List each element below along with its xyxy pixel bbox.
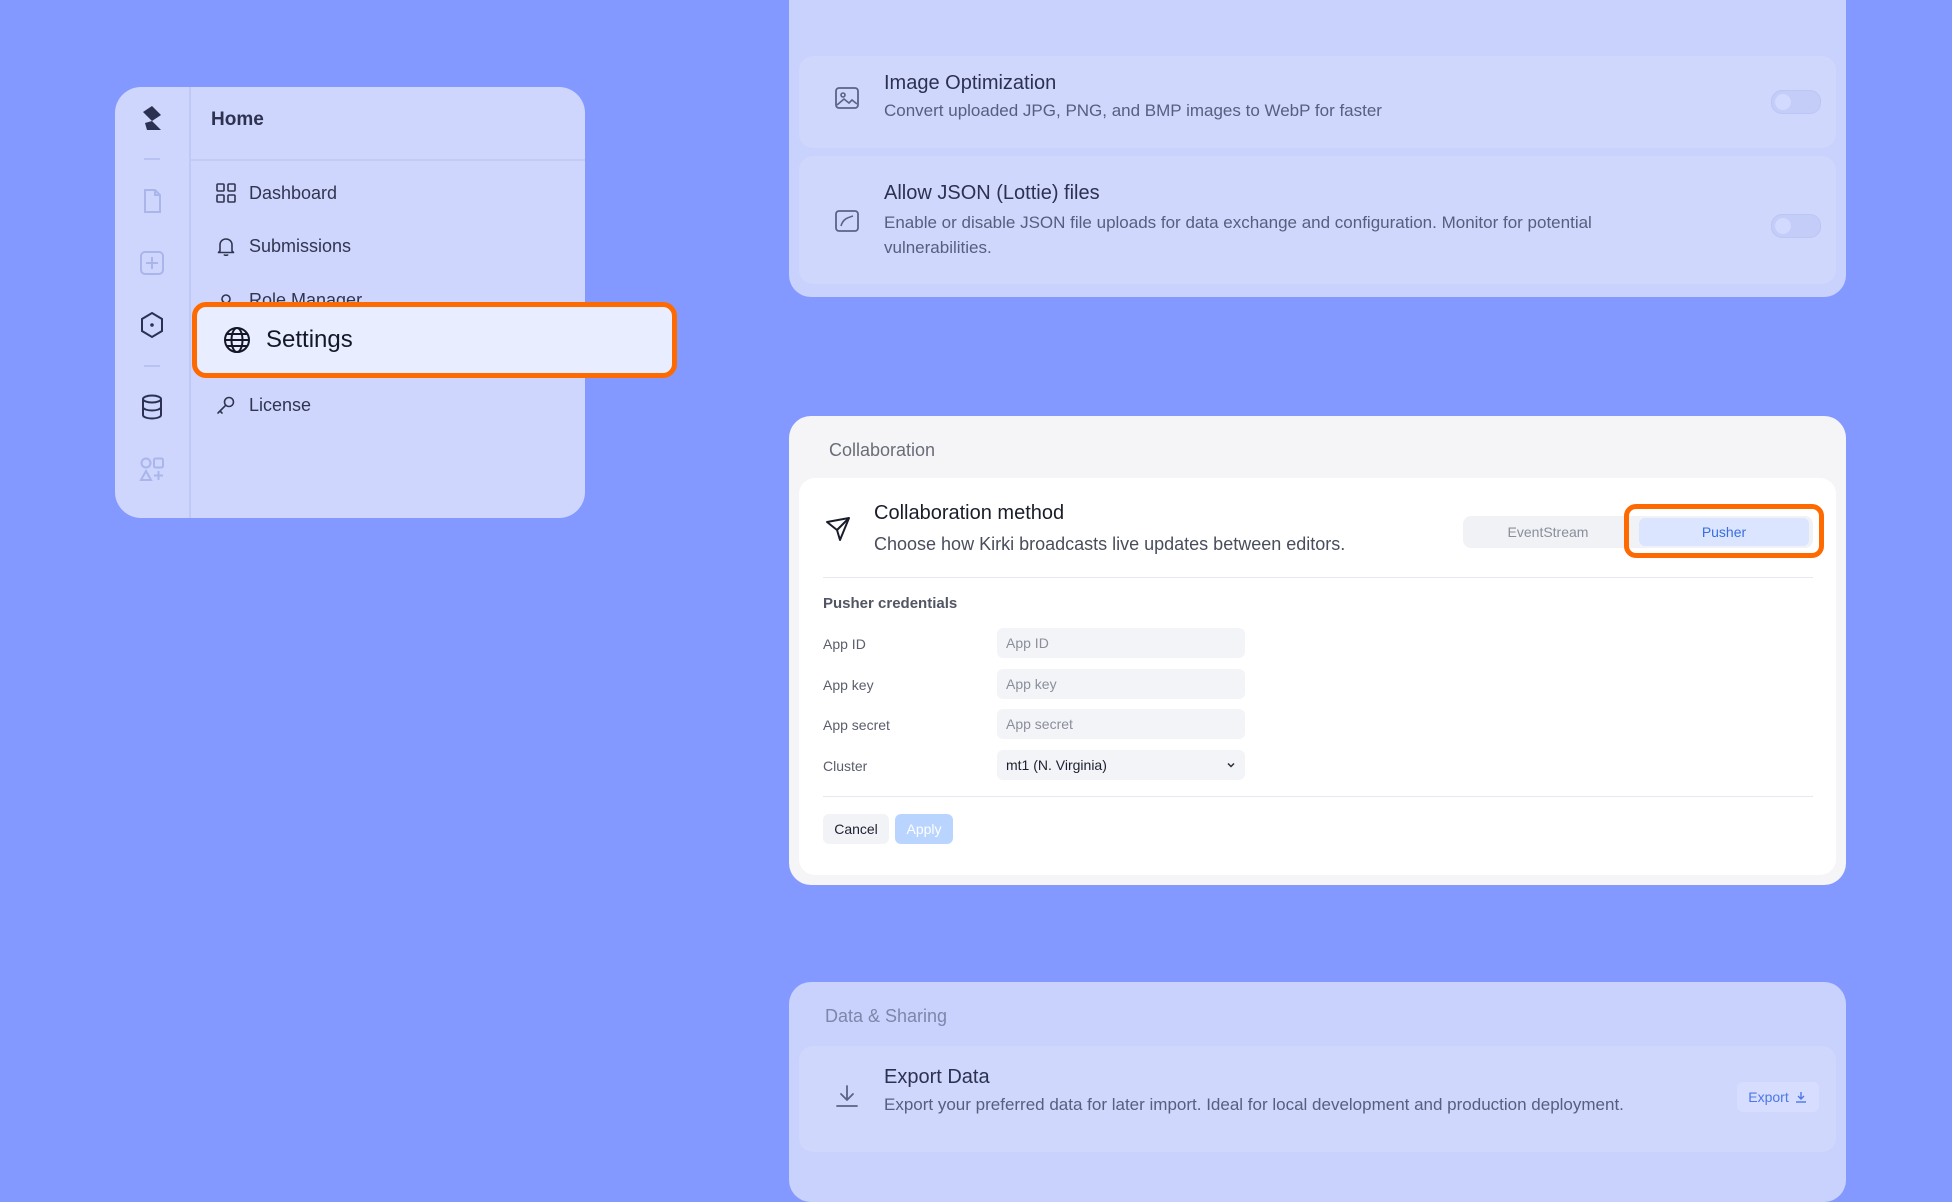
sidebar-header: Home [191, 87, 585, 161]
add-icon[interactable] [137, 248, 167, 278]
page-icon[interactable] [137, 186, 167, 216]
pusher-highlight-outline [1624, 504, 1824, 558]
sidebar-item-dashboard[interactable]: Dashboard [215, 178, 337, 208]
cluster-label: Cluster [823, 758, 868, 774]
divider [823, 577, 1813, 578]
bell-icon [217, 238, 235, 257]
allow-json-row: Allow JSON (Lottie) files Enable or disa… [799, 156, 1836, 284]
row-title: Export Data [884, 1066, 990, 1088]
collaboration-panel: Collaboration Collaboration method Choos… [789, 416, 1846, 885]
image-optimization-row: Image Optimization Convert uploaded JPG,… [799, 56, 1836, 148]
chart-file-icon [833, 207, 861, 235]
globe-icon [224, 327, 250, 353]
divider [823, 796, 1813, 797]
download-icon [1795, 1092, 1806, 1103]
chevron-down-icon [1227, 762, 1235, 768]
data-sharing-panel: Data & Sharing Export Data Export your p… [789, 982, 1846, 1202]
cluster-select[interactable]: mt1 (N. Virginia) [997, 750, 1245, 780]
collaboration-method-title: Collaboration method [874, 502, 1065, 524]
database-icon[interactable] [137, 392, 167, 422]
app-secret-input[interactable] [997, 709, 1245, 739]
grid-icon [216, 183, 236, 203]
image-optimization-toggle[interactable] [1771, 90, 1821, 114]
app-key-input[interactable] [997, 669, 1245, 699]
sidebar-item-settings[interactable]: Settings [192, 302, 677, 378]
sidebar-item-license[interactable]: License [215, 390, 311, 420]
row-description: Convert uploaded JPG, PNG, and BMP image… [884, 101, 1382, 120]
allow-json-toggle[interactable] [1771, 214, 1821, 238]
send-icon [823, 514, 853, 544]
hexagon-icon[interactable] [137, 310, 167, 340]
app-key-label: App key [823, 677, 874, 693]
section-title: Data & Sharing [825, 1006, 948, 1026]
rail-divider [144, 158, 160, 160]
app-id-label: App ID [823, 636, 866, 652]
sidebar-title: Home [211, 109, 264, 130]
row-title: Image Optimization [884, 72, 1057, 94]
shapes-icon[interactable] [137, 454, 167, 484]
image-icon [833, 84, 861, 112]
export-button-label: Export [1748, 1089, 1789, 1105]
sidebar-item-label: Settings [266, 326, 353, 353]
settings-panel: Image Optimization Convert uploaded JPG,… [789, 0, 1846, 297]
section-title: Collaboration [829, 440, 936, 460]
collaboration-method-description: Choose how Kirki broadcasts live updates… [874, 534, 1346, 554]
icon-rail [115, 87, 191, 518]
sidebar-item-label: Dashboard [249, 182, 338, 203]
sidebar-item-submissions[interactable]: Submissions [215, 231, 351, 261]
download-icon [833, 1082, 861, 1110]
export-button[interactable]: Export [1737, 1082, 1819, 1112]
sidebar-item-label: Submissions [249, 235, 352, 256]
sidebar-item-label: License [249, 394, 312, 415]
export-data-row: Export Data Export your preferred data f… [799, 1046, 1836, 1152]
app-secret-label: App secret [823, 717, 890, 733]
pusher-credentials-title: Pusher credentials [823, 595, 958, 612]
app-id-input[interactable] [997, 628, 1245, 658]
rail-divider [144, 365, 160, 367]
collaboration-card: Collaboration method Choose how Kirki br… [799, 478, 1836, 875]
row-description: Enable or disable JSON file uploads for … [884, 213, 1592, 257]
apply-button[interactable]: Apply [895, 814, 953, 844]
row-description: Export your preferred data for later imp… [884, 1095, 1624, 1114]
option-eventstream[interactable]: EventStream [1463, 516, 1633, 548]
cluster-value: mt1 (N. Virginia) [1006, 757, 1107, 773]
cancel-button[interactable]: Cancel [823, 814, 889, 844]
brand-logo-icon[interactable] [137, 103, 167, 133]
key-icon [217, 396, 235, 414]
row-title: Allow JSON (Lottie) files [884, 182, 1100, 204]
